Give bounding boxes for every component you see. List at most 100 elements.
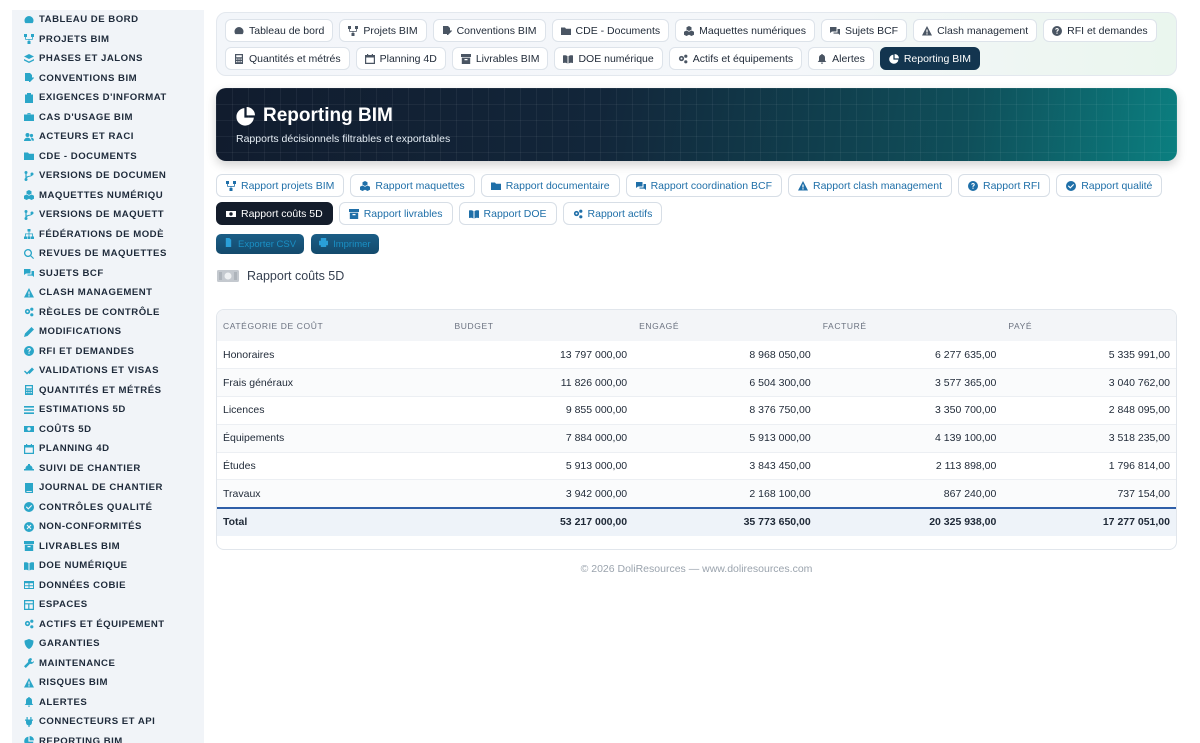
report-button-rapport-documentaire[interactable]: Rapport documentaire [480,174,620,197]
sidebar-item-maintenance[interactable]: MAINTENANCE [12,654,204,674]
nav-tab-planning-4d[interactable]: Planning 4D [355,47,446,70]
sidebar-item-tableau-de-bord[interactable]: TABLEAU DE BORD [12,10,204,30]
total-amount-cell: 53 217 000,00 [448,506,634,536]
sidebar-item-donnees-cobie[interactable]: DONNÉES COBIE [12,576,204,596]
code-branch-icon [24,209,34,220]
nav-tab-reporting-bim[interactable]: Reporting BIM [879,47,980,70]
print-label: Imprimer [333,238,371,250]
sidebar-item-federations-de-mode[interactable]: FÉDÉRATIONS DE MODÈ [12,225,204,245]
sidebar-item-versions-de-documen[interactable]: VERSIONS DE DOCUMEN [12,166,204,186]
sidebar-item-couts-5d[interactable]: COÛTS 5D [12,420,204,440]
nav-tab-conventions-bim[interactable]: Conventions BIM [432,19,546,42]
sidebar-item-actifs-et-equipement[interactable]: ACTIFS ET ÉQUIPEMENT [12,615,204,635]
cogs-icon [573,209,588,219]
print-icon [319,238,333,250]
report-button-rapport-clash-management[interactable]: Rapport clash management [788,174,952,197]
page-title: Reporting BIM [236,105,393,127]
nav-tab-alertes[interactable]: Alertes [808,47,874,70]
nav-tab-cde-documents[interactable]: CDE - Documents [551,19,670,42]
sidebar-item-acteurs-et-raci[interactable]: ACTEURS ET RACI [12,127,204,147]
nav-tab-quantites-et-metres[interactable]: Quantités et métrés [225,47,350,70]
report-button-label: Rapport livrables [363,207,443,220]
page-subtitle: Rapports décisionnels filtrables et expo… [236,133,451,145]
sidebar-item-journal-de-chantier[interactable]: JOURNAL DE CHANTIER [12,478,204,498]
sidebar-item-quantites-et-metres[interactable]: QUANTITÉS ET MÉTRÉS [12,381,204,401]
sidebar-item-reporting-bim[interactable]: REPORTING BIM [12,732,204,743]
sidebar-item-non-conformites[interactable]: NON-CONFORMITÉS [12,517,204,537]
sidebar-item-validations-et-visas[interactable]: VALIDATIONS ET VISAS [12,361,204,381]
report-button-rapport-rfi[interactable]: Rapport RFI [958,174,1051,197]
sidebar-item-revues-de-maquettes[interactable]: REVUES DE MAQUETTES [12,244,204,264]
sidebar-item-label: EXIGENCES D'INFORMAT [39,92,167,104]
sidebar-item-projets-bim[interactable]: PROJETS BIM [12,30,204,50]
report-button-rapport-actifs[interactable]: Rapport actifs [562,202,663,225]
sidebar-item-label: VERSIONS DE DOCUMEN [39,170,167,182]
folder-icon [490,181,506,191]
report-button-rapport-doe[interactable]: Rapport DOE [458,202,557,225]
table-row: Équipements 7 884 000,00 5 913 000,00 4 139… [217,424,1176,453]
nav-tab-projets-bim[interactable]: Projets BIM [339,19,427,42]
sidebar-item-doe-numerique[interactable]: DOE NUMÉRIQUE [12,556,204,576]
nav-tab-clash-management[interactable]: Clash management [913,19,1038,42]
report-button-rapport-coordination-bcf[interactable]: Rapport coordination BCF [625,174,782,197]
nav-tab-rfi-et-demandes[interactable]: RFI et demandes [1043,19,1157,42]
wrench-icon [24,658,34,669]
sidebar-item-label: FÉDÉRATIONS DE MODÈ [39,228,164,240]
sidebar-item-clash-management[interactable]: CLASH MANAGEMENT [12,283,204,303]
sidebar-item-espaces[interactable]: ESPACES [12,595,204,615]
sidebar-item-label: ACTEURS ET RACI [39,131,134,143]
sidebar-item-label: VALIDATIONS ET VISAS [39,365,159,377]
report-selector: Rapport projets BIM Rapport maquettes Rapp… [216,174,1177,230]
cogs-icon [678,54,693,64]
top-nav-row: Tableau de bord Projets BIM Conventions BI… [225,19,1168,42]
print-button[interactable]: Imprimer [311,234,379,254]
sidebar-item-conventions-bim[interactable]: CONVENTIONS BIM [12,69,204,89]
sidebar-item-exigences-d-informat[interactable]: EXIGENCES D'INFORMAT [12,88,204,108]
amount-cell: 2 168 100,00 [633,479,817,509]
table-row: Honoraires 13 797 000,00 8 968 050,00 6 277… [217,341,1176,370]
sidebar-item-rfi-et-demandes[interactable]: RFI ET DEMANDES [12,342,204,362]
report-button-rapport-couts-5d[interactable]: Rapport coûts 5D [216,202,333,225]
sidebar-item-label: RISQUES BIM [39,677,108,689]
sidebar-item-cas-d-usage-bim[interactable]: CAS D'USAGE BIM [12,108,204,128]
book-open-icon [563,54,578,64]
report-button-rapport-livrables[interactable]: Rapport livrables [338,202,453,225]
sidebar-item-label: SUJETS BCF [39,267,104,279]
nav-tab-doe-numerique[interactable]: DOE numérique [554,47,663,70]
nav-tab-tableau-de-bord[interactable]: Tableau de bord [225,19,334,42]
sidebar-item-risques-bim[interactable]: RISQUES BIM [12,673,204,693]
nav-tab-sujets-bcf[interactable]: Sujets BCF [820,19,908,42]
sidebar-item-livrables-bim[interactable]: LIVRABLES BIM [12,537,204,557]
report-button-rapport-qualite[interactable]: Rapport qualité [1056,174,1163,197]
nav-tab-label: Clash management [937,24,1029,37]
comments-icon [829,26,845,36]
money-icon [24,424,34,434]
report-button-rapport-maquettes[interactable]: Rapport maquettes [350,174,475,197]
sidebar-item-alertes[interactable]: ALERTES [12,693,204,713]
sidebar-item-controles-qualite[interactable]: CONTRÔLES QUALITÉ [12,498,204,518]
sidebar-item-garanties[interactable]: GARANTIES [12,634,204,654]
check-circle-icon [1066,180,1081,191]
nav-tab-maquettes-numeriques[interactable]: Maquettes numériques [675,19,815,42]
sidebar-item-versions-de-maquett[interactable]: VERSIONS DE MAQUETT [12,205,204,225]
nav-tab-label: Reporting BIM [903,52,971,65]
sidebar-item-estimations-5d[interactable]: ESTIMATIONS 5D [12,400,204,420]
sidebar-item-cde-documents[interactable]: CDE - DOCUMENTS [12,147,204,167]
sidebar-item-modifications[interactable]: MODIFICATIONS [12,322,204,342]
nav-tab-actifs-et-equipements[interactable]: Actifs et équipements [668,47,803,70]
sidebar-item-planning-4d[interactable]: PLANNING 4D [12,439,204,459]
export-csv-button[interactable]: Exporter CSV [216,234,305,254]
report-button-rapport-projets-bim[interactable]: Rapport projets BIM [216,174,345,197]
sidebar-item-label: CLASH MANAGEMENT [39,287,153,299]
sidebar-item-suivi-de-chantier[interactable]: SUIVI DE CHANTIER [12,459,204,479]
report-button-label: Rapport qualité [1081,179,1153,192]
sidebar-item-regles-de-controle[interactable]: RÈGLES DE CONTRÔLE [12,303,204,323]
sidebar-item-connecteurs-et-api[interactable]: CONNECTEURS ET API [12,712,204,732]
sidebar-item-phases-et-jalons[interactable]: PHASES ET JALONS [12,49,204,69]
footer-copyright: © 2026 DoliResources — www.doliresources… [580,563,813,575]
sidebar-item-label: PLANNING 4D [39,443,110,455]
nav-tab-livrables-bim[interactable]: Livrables BIM [451,47,549,70]
report-button-label: Rapport actifs [587,207,653,220]
sidebar-item-sujets-bcf[interactable]: SUJETS BCF [12,264,204,284]
sidebar-item-maquettes-numeriqu[interactable]: MAQUETTES NUMÉRIQU [12,186,204,206]
